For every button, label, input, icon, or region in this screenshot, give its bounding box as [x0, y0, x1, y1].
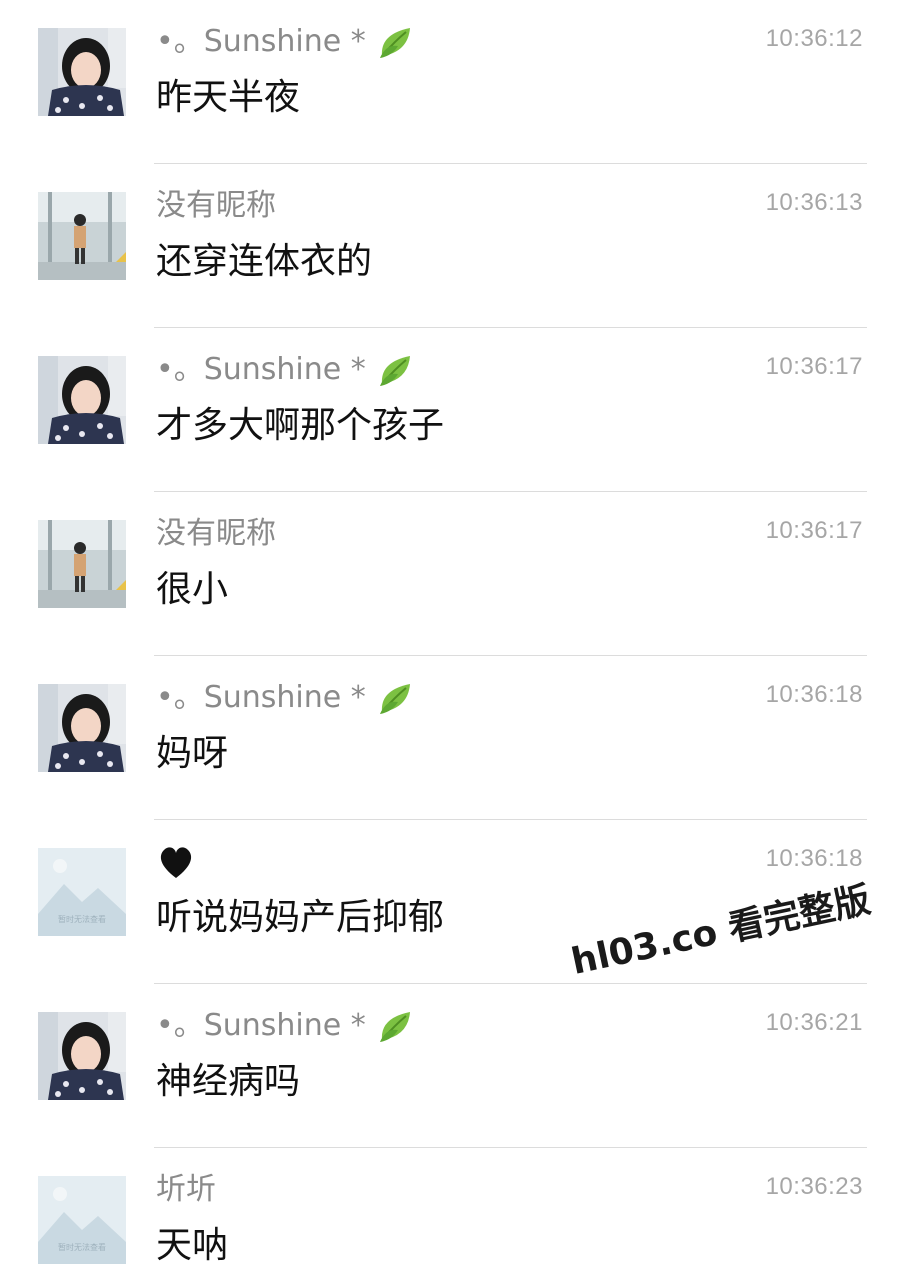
message-time: 10:36:13	[765, 189, 863, 216]
sender-label: 没有昵称	[156, 516, 276, 551]
child-avatar-icon	[38, 520, 126, 608]
placeholder-caption: 暂时无法查看	[58, 1242, 106, 1252]
image-placeholder-icon: 暂时无法查看	[38, 1176, 126, 1264]
sender-name: 圻圻	[156, 1170, 216, 1210]
girl-avatar-icon	[38, 1012, 126, 1100]
sender-name: 没有昵称	[156, 186, 276, 226]
sender-name	[156, 842, 196, 882]
child-avatar-icon	[38, 192, 126, 280]
message-time: 10:36:17	[765, 517, 863, 544]
sender-label: •。Sunshine *	[156, 24, 366, 59]
message-row[interactable]: 没有昵称 10:36:17 很小	[0, 492, 905, 656]
sender-name: •。Sunshine *	[156, 22, 416, 62]
image-placeholder-icon: 暂时无法查看	[38, 848, 126, 936]
message-row[interactable]: •。Sunshine * 10:36:18 妈呀	[0, 656, 905, 820]
leaf-icon	[376, 678, 416, 718]
message-text: 很小	[156, 569, 229, 610]
leaf-icon	[376, 350, 416, 390]
message-text: 神经病吗	[156, 1061, 301, 1102]
placeholder-caption: 暂时无法查看	[58, 914, 106, 924]
avatar[interactable]	[38, 28, 126, 116]
message-row[interactable]: •。Sunshine * 10:36:12 昨天半夜	[0, 0, 905, 164]
girl-avatar-icon	[38, 684, 126, 772]
chat-message-list: •。Sunshine * 10:36:12 昨天半夜 没有昵称 10:36:13…	[0, 0, 905, 1280]
message-time: 10:36:18	[765, 681, 863, 708]
leaf-icon	[376, 22, 416, 62]
sender-label: 圻圻	[156, 1172, 216, 1207]
message-row[interactable]: •。Sunshine * 10:36:17 才多大啊那个孩子	[0, 328, 905, 492]
avatar[interactable]	[38, 520, 126, 608]
black-heart-icon	[156, 842, 196, 882]
message-text: 昨天半夜	[156, 77, 301, 118]
message-row[interactable]: 暂时无法查看 圻圻 10:36:23 天呐	[0, 1148, 905, 1280]
message-text: 听说妈妈产后抑郁	[156, 897, 445, 938]
avatar[interactable]: 暂时无法查看	[38, 1176, 126, 1264]
message-text: 妈呀	[156, 733, 229, 774]
sender-name: 没有昵称	[156, 514, 276, 554]
sender-label: •。Sunshine *	[156, 680, 366, 715]
sender-label: 没有昵称	[156, 188, 276, 223]
message-time: 10:36:12	[765, 25, 863, 52]
message-text: 还穿连体衣的	[156, 241, 373, 282]
message-time: 10:36:21	[765, 1009, 863, 1036]
girl-avatar-icon	[38, 28, 126, 116]
message-time: 10:36:17	[765, 353, 863, 380]
message-text: 才多大啊那个孩子	[156, 405, 445, 446]
sender-label: •。Sunshine *	[156, 1008, 366, 1043]
message-row[interactable]: 没有昵称 10:36:13 还穿连体衣的	[0, 164, 905, 328]
girl-avatar-icon	[38, 356, 126, 444]
sender-name: •。Sunshine *	[156, 350, 416, 390]
avatar[interactable]	[38, 684, 126, 772]
sender-label: •。Sunshine *	[156, 352, 366, 387]
avatar[interactable]	[38, 1012, 126, 1100]
sender-name: •。Sunshine *	[156, 1006, 416, 1046]
leaf-icon	[376, 1006, 416, 1046]
message-row[interactable]: •。Sunshine * 10:36:21 神经病吗	[0, 984, 905, 1148]
avatar[interactable]	[38, 192, 126, 280]
avatar[interactable]: 暂时无法查看	[38, 848, 126, 936]
message-time: 10:36:18	[765, 845, 863, 872]
avatar[interactable]	[38, 356, 126, 444]
message-text: 天呐	[156, 1225, 229, 1266]
sender-name: •。Sunshine *	[156, 678, 416, 718]
message-time: 10:36:23	[765, 1173, 863, 1200]
